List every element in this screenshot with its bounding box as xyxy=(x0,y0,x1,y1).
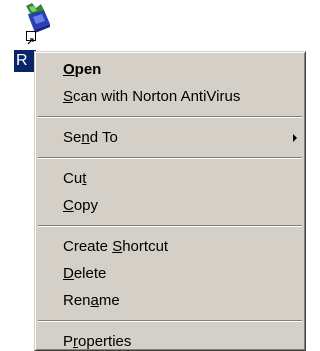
menu-item-label: operties xyxy=(78,333,132,350)
menu-separator xyxy=(38,116,302,118)
menu-item-label: hortcut xyxy=(122,238,169,255)
menu-item-label: Ren xyxy=(63,292,91,309)
shortcut-arrow-icon xyxy=(26,31,36,45)
menu-item-label: P xyxy=(63,333,74,350)
menu-item-delete[interactable]: Delete xyxy=(35,260,305,287)
menu-item-label: pen xyxy=(74,61,102,78)
menu-item-label: Se xyxy=(63,129,82,146)
menu-item-rename[interactable]: Rename xyxy=(35,287,305,314)
accelerator-key: n xyxy=(81,129,90,146)
menu-separator xyxy=(38,320,302,322)
menu-item-label: can with Norton AntiVirus xyxy=(73,88,241,105)
accelerator-key: a xyxy=(90,292,99,309)
desktop-icon-label[interactable]: R xyxy=(14,50,36,72)
menu-item-properties[interactable]: Properties xyxy=(35,328,305,351)
accelerator-key: C xyxy=(63,197,74,214)
accelerator-key: t xyxy=(82,170,87,187)
menu-item-label: Create xyxy=(63,238,113,255)
menu-item-label: Cu xyxy=(63,170,83,187)
menu-item-label: elete xyxy=(73,265,107,282)
submenu-arrow-icon xyxy=(293,134,297,142)
menu-item-label: d To xyxy=(89,129,118,146)
menu-separator xyxy=(38,225,302,227)
accelerator-key: D xyxy=(63,265,74,282)
menu-item-send-to[interactable]: Send To xyxy=(35,124,305,151)
menu-item-scan-norton[interactable]: Scan with Norton AntiVirus xyxy=(35,83,305,110)
menu-item-cut[interactable]: Cut xyxy=(35,165,305,192)
accelerator-key: O xyxy=(63,61,75,78)
menu-item-label: me xyxy=(98,292,120,309)
accelerator-key: S xyxy=(63,88,74,105)
menu-item-copy[interactable]: Copy xyxy=(35,192,305,219)
menu-item-open[interactable]: Open xyxy=(35,56,305,83)
menu-item-create-shortcut[interactable]: Create Shortcut xyxy=(35,233,305,260)
menu-separator xyxy=(38,157,302,159)
accelerator-key: S xyxy=(112,238,123,255)
menu-item-label: opy xyxy=(73,197,99,214)
context-menu: Open Scan with Norton AntiVirus Send To … xyxy=(34,51,306,351)
